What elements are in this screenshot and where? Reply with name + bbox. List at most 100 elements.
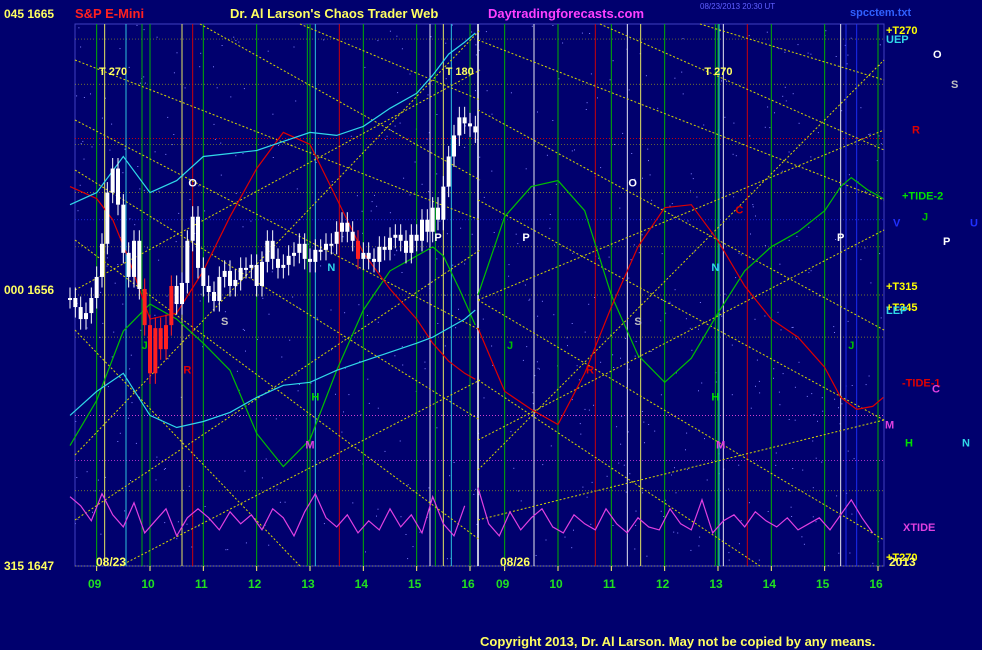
star-dot <box>279 501 281 503</box>
star-dot <box>384 450 386 452</box>
star-dot <box>553 314 555 316</box>
price-candle-body <box>254 264 259 286</box>
star-dot <box>377 407 379 409</box>
star-dot <box>588 409 590 411</box>
star-dot <box>778 48 780 50</box>
price-candle-body <box>318 249 323 252</box>
star-dot <box>323 523 325 525</box>
price-candle-body <box>121 204 126 253</box>
star-dot <box>773 377 774 379</box>
right-label: +T315 <box>886 281 918 293</box>
y-tick-mid: 000 1656 <box>4 283 54 297</box>
inline-label: R <box>586 364 594 376</box>
star-dot <box>803 543 805 545</box>
star-dot <box>272 113 274 115</box>
star-dot <box>835 239 837 240</box>
right-label: M <box>885 419 894 431</box>
star-dot <box>390 130 392 131</box>
right-label: P <box>943 236 950 248</box>
price-candle-body <box>265 240 270 262</box>
star-dot <box>748 502 750 504</box>
star-dot <box>807 52 809 54</box>
star-dot <box>446 233 448 235</box>
star-dot <box>437 323 439 324</box>
star-dot <box>235 192 237 194</box>
star-dot <box>872 562 874 564</box>
price-candle-body <box>366 252 371 259</box>
price-candle-body <box>372 258 376 262</box>
star-dot <box>586 496 588 498</box>
star-dot <box>606 475 608 477</box>
star-dot <box>367 378 369 380</box>
star-dot <box>86 327 88 329</box>
price-candle-body <box>142 288 147 326</box>
right-label: J <box>922 212 928 224</box>
background <box>0 0 982 650</box>
star-dot <box>631 153 633 154</box>
star-dot <box>651 199 653 201</box>
star-dot <box>77 518 79 520</box>
site-name[interactable]: Daytradingforecasts.com <box>488 6 644 21</box>
star-dot <box>728 552 730 554</box>
star-dot <box>130 480 131 481</box>
star-dot <box>701 382 703 384</box>
top-marker: T 270 <box>704 66 732 78</box>
star-dot <box>92 511 93 513</box>
star-dot <box>377 321 379 323</box>
star-dot <box>571 547 573 549</box>
star-dot <box>200 293 202 295</box>
star-dot <box>289 339 291 341</box>
star-dot <box>250 220 252 222</box>
star-dot <box>446 558 448 560</box>
star-dot <box>124 510 126 512</box>
star-dot <box>493 232 495 233</box>
star-dot <box>792 468 794 469</box>
star-dot <box>686 432 688 434</box>
star-dot <box>775 452 777 454</box>
star-dot <box>139 82 141 84</box>
star-dot <box>784 51 786 53</box>
price-candle-body <box>377 246 382 262</box>
star-dot <box>755 385 756 387</box>
star-dot <box>428 487 430 489</box>
chaos-trader-chart: 09 10 11 12 13 14 15 16 09 10 11 12 13 14 15 16 T 270 T … <box>0 0 982 650</box>
star-dot <box>802 469 804 471</box>
star-dot <box>642 492 644 494</box>
star-dot <box>704 438 705 440</box>
right-label: H <box>905 438 913 450</box>
star-dot <box>812 516 814 518</box>
star-dot <box>455 327 457 329</box>
star-dot <box>284 501 286 503</box>
star-dot <box>80 143 82 145</box>
star-dot <box>485 31 487 33</box>
star-dot <box>614 144 616 145</box>
star-dot <box>298 307 300 309</box>
star-dot <box>870 282 872 284</box>
price-candle-body <box>382 246 387 250</box>
star-dot <box>445 78 447 80</box>
star-dot <box>213 66 214 68</box>
star-dot <box>91 146 93 148</box>
date-label: 2013 <box>889 555 916 569</box>
hour-tick-label: 15 <box>816 577 830 591</box>
star-dot <box>581 32 583 34</box>
star-dot <box>635 510 637 512</box>
star-dot <box>621 415 623 417</box>
star-dot <box>853 458 855 460</box>
hour-tick-label: 11 <box>603 577 616 591</box>
price-candle-body <box>116 168 120 205</box>
right-label: R <box>912 124 920 136</box>
timestamp: 08/23/2013 20:30 UT <box>700 2 775 11</box>
price-candle-body <box>217 276 222 302</box>
right-label: UEP <box>886 34 909 46</box>
star-dot <box>571 150 573 152</box>
star-dot <box>728 559 730 561</box>
price-candle-body <box>409 234 414 253</box>
star-dot <box>546 154 548 156</box>
price-candle-body <box>137 240 142 289</box>
star-dot <box>764 126 766 128</box>
star-dot <box>518 490 520 492</box>
inline-label: J <box>507 340 513 352</box>
chart-subtitle: Dr. Al Larson's Chaos Trader Web <box>230 6 438 21</box>
star-dot <box>555 183 557 185</box>
